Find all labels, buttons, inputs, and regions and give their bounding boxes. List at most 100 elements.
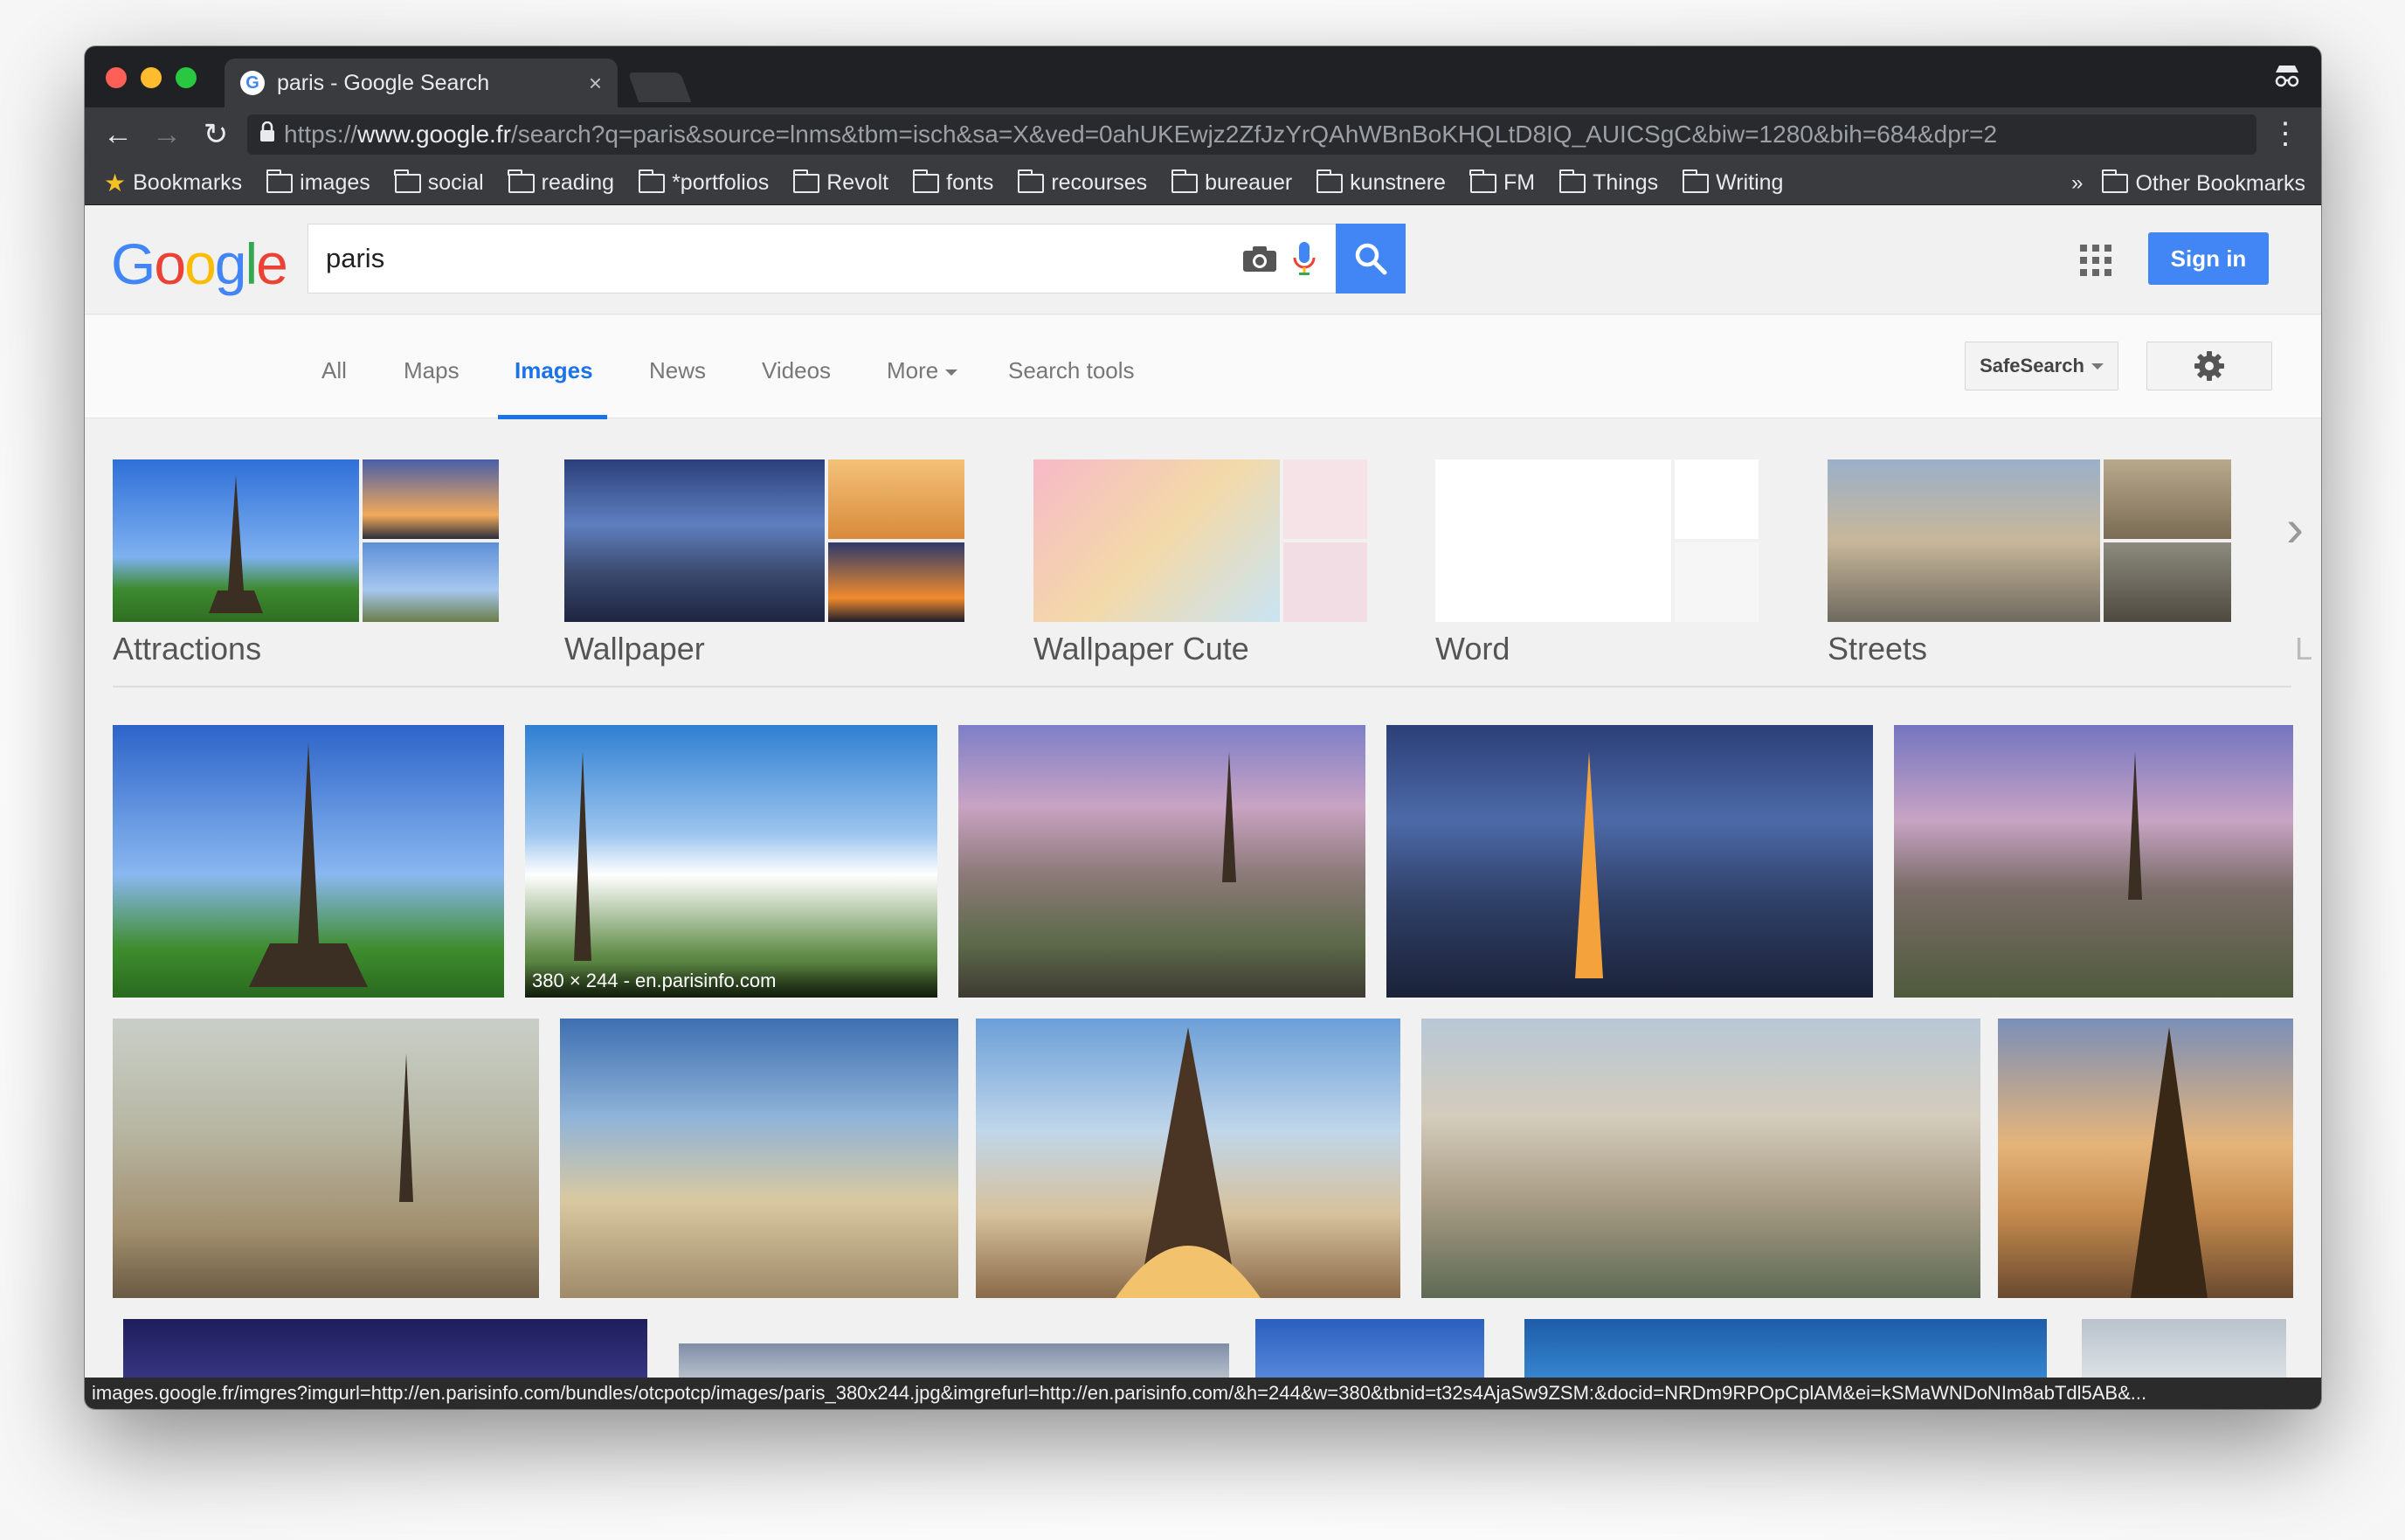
folder-icon (1682, 169, 1710, 193)
bookmark-folder-fonts[interactable]: fonts (912, 169, 993, 196)
caret-down-icon (945, 369, 958, 376)
search-query[interactable]: paris (326, 243, 1241, 274)
thumbnail (828, 459, 964, 539)
folder-icon (1017, 169, 1045, 193)
folder-icon (1171, 169, 1199, 193)
tab-videos[interactable]: Videos (762, 357, 831, 384)
thumbnail (363, 542, 499, 622)
related-label-partial: L (2295, 631, 2313, 666)
tab-close-icon[interactable]: × (589, 70, 602, 97)
bookmark-folder-social[interactable]: social (394, 169, 484, 196)
safesearch-button[interactable]: SafeSearch (1965, 342, 2118, 390)
folder-icon (912, 169, 940, 193)
thumbnail (1283, 542, 1367, 622)
result-image[interactable] (1421, 1019, 1980, 1298)
tab-title: paris - Google Search (277, 70, 490, 95)
thumbnail (363, 459, 499, 539)
bookmark-folder-other[interactable]: Other Bookmarks (2101, 169, 2305, 197)
tab-images[interactable]: Images (515, 357, 593, 384)
thumbnail (1033, 459, 1280, 622)
section-divider (113, 686, 2291, 687)
bookmark-bookmarks[interactable]: ★ Bookmarks (104, 169, 242, 197)
tab-all[interactable]: All (321, 357, 347, 384)
caret-down-icon (2091, 363, 2104, 369)
result-image[interactable] (958, 725, 1365, 998)
logo-letter: e (256, 231, 288, 296)
tab-more[interactable]: More (887, 357, 958, 384)
reload-icon[interactable]: ↻ (191, 117, 240, 152)
thumbnail (2104, 459, 2231, 539)
logo-letter: o (184, 231, 217, 296)
lock-icon (259, 121, 275, 148)
bookmark-folder-images[interactable]: images (266, 169, 370, 196)
incognito-icon (2272, 62, 2302, 94)
search-input[interactable]: paris (308, 224, 1338, 293)
forward-arrow-icon[interactable]: → (142, 118, 191, 152)
related-label: Word (1435, 631, 1510, 666)
related-label: Attractions (113, 631, 262, 666)
microphone-icon[interactable] (1292, 240, 1317, 277)
folder-icon (1469, 169, 1496, 193)
thumbnail (828, 542, 964, 622)
folder-icon (266, 169, 294, 193)
bookmark-folder-bureauer[interactable]: bureauer (1171, 169, 1292, 196)
url-host: www.google.fr (357, 121, 511, 148)
thumbnail (1675, 542, 1759, 622)
status-bar: images.google.fr/imgres?imgurl=http://en… (85, 1378, 2321, 1409)
result-image[interactable] (1998, 1019, 2293, 1298)
chevron-right-icon[interactable]: › (2286, 498, 2304, 558)
related-label: Streets (1828, 631, 1928, 666)
gear-icon (2194, 351, 2224, 381)
bookmark-folder-reading[interactable]: reading (508, 169, 614, 196)
result-image[interactable] (113, 1019, 539, 1298)
result-image[interactable] (560, 1019, 958, 1298)
search-tools-button[interactable]: Search tools (1008, 357, 1135, 384)
back-arrow-icon[interactable]: ← (93, 118, 142, 152)
related-searches: Attractions Wallpaper Wallpaper Cute Wor… (85, 419, 2321, 681)
bookmarks-overflow-icon[interactable]: » (2071, 171, 2083, 196)
result-image[interactable] (976, 1019, 1400, 1298)
bookmark-folder-fm[interactable]: FM (1469, 169, 1535, 196)
tab-google-search[interactable]: G paris - Google Search × (225, 59, 618, 107)
settings-button[interactable] (2146, 342, 2272, 390)
search-button[interactable] (1336, 224, 1406, 293)
thumbnail (1828, 459, 2100, 622)
google-logo[interactable]: Google (111, 231, 288, 297)
bookmark-folder-writing[interactable]: Writing (1682, 169, 1783, 196)
close-window-button[interactable] (106, 67, 127, 88)
result-image[interactable] (1386, 725, 1873, 998)
apps-grid-icon[interactable] (2080, 245, 2111, 276)
logo-letter: g (214, 231, 247, 296)
address-bar[interactable]: https://www.google.fr/search?q=paris&sou… (247, 114, 2256, 155)
minimize-window-button[interactable] (141, 67, 162, 88)
camera-icon[interactable] (1241, 244, 1278, 273)
result-image[interactable]: 380 × 244 - en.parisinfo.com (525, 725, 937, 998)
browser-menu-icon[interactable]: ⋮ (2270, 116, 2300, 151)
folder-icon (1316, 169, 1344, 193)
bookmark-folder-portfolios[interactable]: *portfolios (638, 169, 769, 196)
bookmarks-bar: ★ Bookmarks images social reading *portf… (85, 162, 2321, 205)
result-image[interactable] (113, 725, 504, 998)
tab-maps[interactable]: Maps (404, 357, 460, 384)
bookmark-folder-revolt[interactable]: Revolt (792, 169, 888, 196)
sign-in-button[interactable]: Sign in (2148, 232, 2269, 285)
tab-news[interactable]: News (649, 357, 706, 384)
browser-window: G paris - Google Search × ← → ↻ https://… (85, 46, 2321, 1409)
new-tab-button[interactable] (627, 73, 692, 102)
star-icon: ★ (104, 169, 127, 197)
bookmark-folder-recourses[interactable]: recourses (1017, 169, 1147, 196)
bookmark-folder-kunstnere[interactable]: kunstnere (1316, 169, 1446, 196)
search-nav: All Maps Images News Videos More Search … (85, 315, 2321, 419)
related-label: Wallpaper (564, 631, 705, 666)
image-hover-caption: 380 × 244 - en.parisinfo.com (525, 963, 937, 998)
bookmark-folder-things[interactable]: Things (1558, 169, 1658, 196)
thumbnail (2104, 542, 2231, 622)
search-icon (1355, 243, 1387, 275)
folder-icon (1558, 169, 1586, 193)
zoom-window-button[interactable] (176, 67, 197, 88)
result-image[interactable] (1894, 725, 2293, 998)
bookmarks-right: » Other Bookmarks (2071, 162, 2305, 205)
google-favicon-icon: G (240, 71, 265, 95)
thumbnail (113, 459, 359, 622)
tab-bar: G paris - Google Search × (85, 46, 2321, 107)
